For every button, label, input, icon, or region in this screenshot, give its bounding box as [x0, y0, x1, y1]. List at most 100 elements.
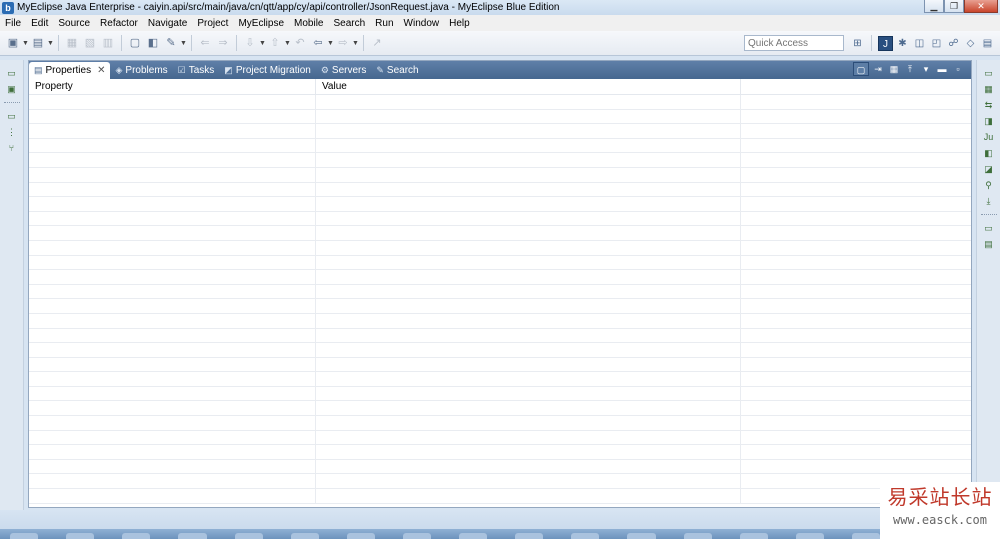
back-dropdown-icon[interactable]: ▼: [327, 40, 334, 47]
download-icon[interactable]: ⤓: [981, 194, 997, 208]
restore-icon[interactable]: ▭: [4, 66, 20, 80]
menu-run[interactable]: Run: [370, 18, 398, 29]
pin-view-icon[interactable]: ⇥: [871, 62, 885, 76]
open-resource-icon[interactable]: ◧: [145, 35, 161, 51]
save-icon[interactable]: ▦: [64, 35, 80, 51]
left-trim-group: ▭ ▣ ▭ ⋮ ⑂: [0, 60, 23, 155]
menu-navigate[interactable]: Navigate: [143, 18, 192, 29]
menu-file[interactable]: File: [0, 18, 26, 29]
restore-icon[interactable]: ▭: [981, 66, 997, 80]
restore-icon[interactable]: ▭: [981, 221, 997, 235]
git-perspective-icon[interactable]: ◇: [963, 36, 978, 51]
tab-tasks[interactable]: ☑ Tasks: [173, 62, 220, 79]
taskbar-item[interactable]: [515, 533, 544, 539]
prev-annotation-icon[interactable]: ⇧: [267, 35, 283, 51]
save-all-icon[interactable]: ▧: [82, 35, 98, 51]
tab-problems[interactable]: ◈ Problems: [110, 62, 172, 79]
table-row: [29, 211, 971, 227]
properties-view-icon[interactable]: ⇆: [981, 98, 997, 112]
new-wizard-icon[interactable]: ▣: [5, 35, 21, 51]
minimize-button[interactable]: ▁: [924, 0, 944, 13]
menu-project[interactable]: Project: [192, 18, 233, 29]
taskbar-item[interactable]: [851, 533, 880, 539]
restore-default-icon[interactable]: ⤒: [903, 62, 917, 76]
next-annotation-dropdown-icon[interactable]: ▼: [259, 40, 266, 47]
taskbar-item[interactable]: [459, 533, 488, 539]
properties-table[interactable]: Property Value: [29, 79, 971, 507]
new-dropdown-icon[interactable]: ▼: [22, 40, 29, 47]
close-icon[interactable]: ✕: [97, 65, 105, 76]
taskbar-item[interactable]: [571, 533, 600, 539]
tab-project-migration[interactable]: ◩ Project Migration: [219, 62, 316, 79]
restore-icon[interactable]: ▭: [4, 109, 20, 123]
maximize-view-icon[interactable]: ▫: [951, 62, 965, 76]
print-icon[interactable]: ▥: [100, 35, 116, 51]
snippets-icon[interactable]: ◨: [981, 114, 997, 128]
team-perspective-icon[interactable]: ☍: [946, 36, 961, 51]
database-perspective-icon[interactable]: ▤: [980, 36, 995, 51]
back-icon[interactable]: ⇦: [310, 35, 326, 51]
resource-perspective-icon[interactable]: ◰: [929, 36, 944, 51]
taskbar-item[interactable]: [178, 533, 207, 539]
outline-icon[interactable]: ⑂: [4, 141, 20, 155]
taskbar-item[interactable]: [402, 533, 431, 539]
junit-icon[interactable]: Ju: [981, 130, 997, 144]
menu-mobile[interactable]: Mobile: [289, 18, 328, 29]
menu-help[interactable]: Help: [444, 18, 475, 29]
taskbar-item[interactable]: [795, 533, 824, 539]
show-categories-icon[interactable]: ▢: [853, 62, 869, 76]
open-dropdown-icon[interactable]: ▼: [47, 40, 54, 47]
table-cell: [741, 329, 971, 343]
debug-perspective-icon[interactable]: ✱: [895, 36, 910, 51]
tab-properties[interactable]: ▤ Properties ✕: [29, 62, 111, 79]
column-header-property[interactable]: Property: [29, 79, 316, 94]
prev-annotation-dropdown-icon[interactable]: ▼: [284, 40, 291, 47]
menu-edit[interactable]: Edit: [26, 18, 53, 29]
tab-servers[interactable]: ⚙ Servers: [316, 62, 372, 79]
table-cell: [741, 285, 971, 299]
restore-button[interactable]: ❐: [944, 0, 964, 13]
forward-dropdown-icon[interactable]: ▼: [352, 40, 359, 47]
menu-refactor[interactable]: Refactor: [95, 18, 143, 29]
jee-perspective-icon[interactable]: ◫: [912, 36, 927, 51]
web-icon[interactable]: ◪: [981, 162, 997, 176]
taskbar-item[interactable]: [346, 533, 375, 539]
minimize-view-icon[interactable]: ▬: [935, 62, 949, 76]
tab-search[interactable]: ✎ Search: [371, 62, 423, 79]
taskbar-item[interactable]: [66, 533, 95, 539]
toggle-block-icon[interactable]: ⇒: [215, 35, 231, 51]
toggle-mark-icon[interactable]: ⇐: [197, 35, 213, 51]
open-file-icon[interactable]: ▤: [30, 35, 46, 51]
last-edit-icon[interactable]: ↶: [292, 35, 308, 51]
package-explorer-icon[interactable]: ▣: [4, 82, 20, 96]
open-type-icon[interactable]: ▢: [127, 35, 143, 51]
taskbar-item[interactable]: [290, 533, 319, 539]
close-window-button[interactable]: ✕: [964, 0, 998, 13]
forward-icon[interactable]: ⇨: [335, 35, 351, 51]
build-icon[interactable]: ✎: [163, 35, 179, 51]
taskbar-item[interactable]: [122, 533, 151, 539]
menu-myeclipse[interactable]: MyEclipse: [233, 18, 289, 29]
taskbar-item[interactable]: [739, 533, 768, 539]
taskbar-item[interactable]: [10, 533, 39, 539]
palette-icon[interactable]: ◧: [981, 146, 997, 160]
menu-source[interactable]: Source: [53, 18, 95, 29]
menu-window[interactable]: Window: [399, 18, 445, 29]
view-menu-icon[interactable]: ▾: [919, 62, 933, 76]
hierarchy-icon[interactable]: ⋮: [4, 125, 20, 139]
image-preview-icon[interactable]: ▦: [981, 82, 997, 96]
quick-access-input[interactable]: [744, 35, 844, 51]
column-header-value[interactable]: Value: [316, 79, 741, 94]
show-advanced-icon[interactable]: ▦: [887, 62, 901, 76]
java-perspective-icon[interactable]: J: [878, 35, 893, 51]
taskbar-item[interactable]: [234, 533, 263, 539]
pin-editor-icon[interactable]: ↗: [369, 35, 385, 51]
menu-search[interactable]: Search: [328, 18, 370, 29]
taskbar-item[interactable]: [683, 533, 712, 539]
taskbar-item[interactable]: [627, 533, 656, 539]
next-annotation-icon[interactable]: ⇩: [242, 35, 258, 51]
build-dropdown-icon[interactable]: ▼: [180, 40, 187, 47]
outline-view-icon[interactable]: ▤: [981, 237, 997, 251]
search-view-icon[interactable]: ⚲: [981, 178, 997, 192]
open-perspective-icon[interactable]: ⊞: [850, 36, 865, 51]
